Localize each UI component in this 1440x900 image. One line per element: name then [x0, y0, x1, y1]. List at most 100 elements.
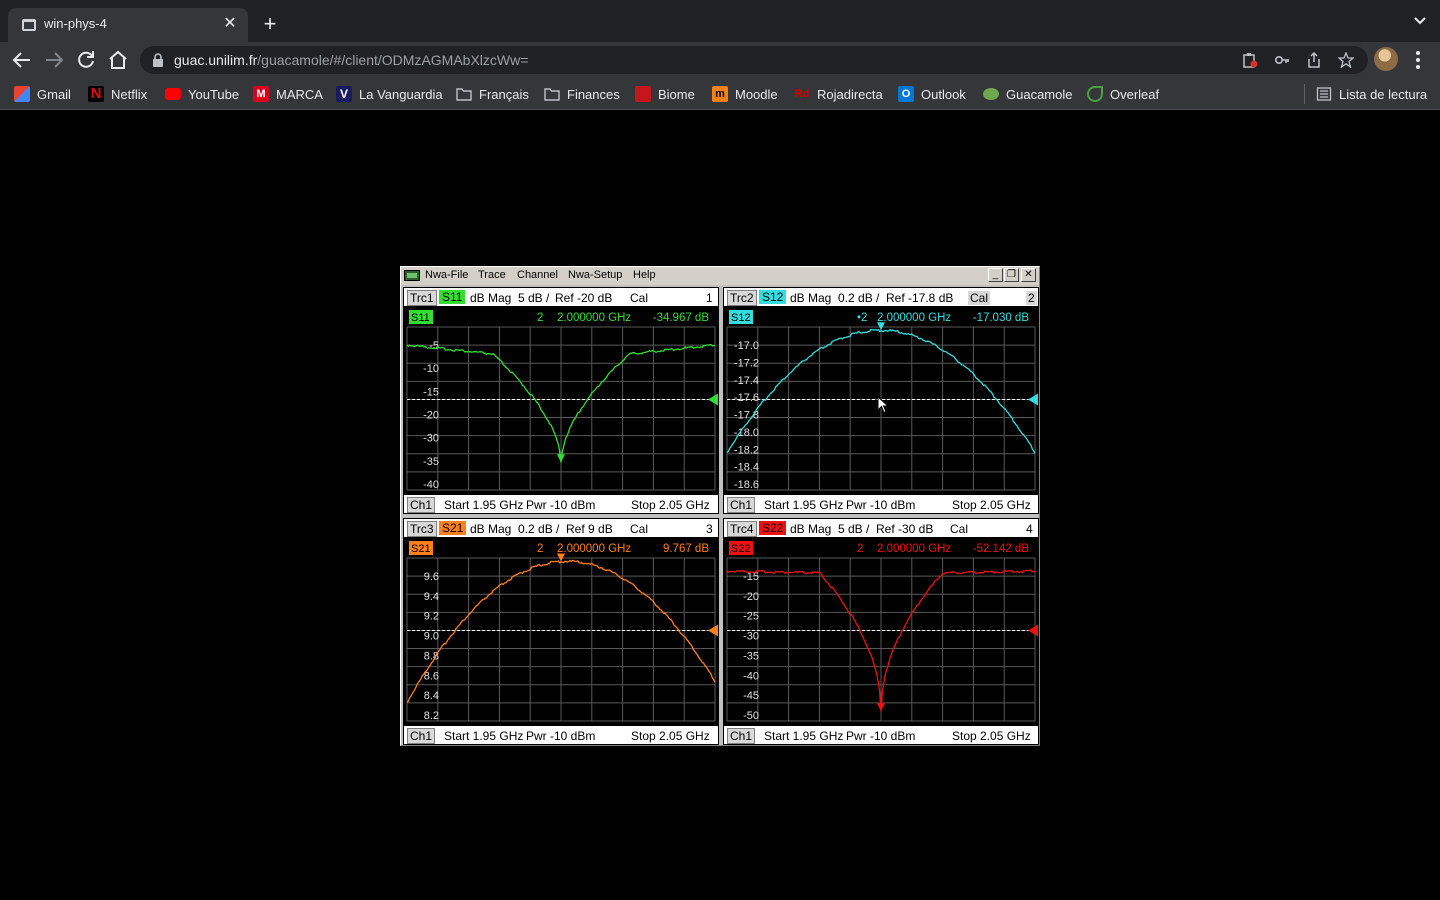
bookmark-guacamole[interactable]: Guacamole: [983, 85, 1072, 103]
trace-number: 3: [706, 522, 713, 536]
y-tick-label: -25: [743, 611, 759, 623]
profile-avatar[interactable]: [1374, 47, 1398, 71]
marker-triangle-icon[interactable]: [557, 454, 565, 463]
menu-channel[interactable]: Channel: [517, 269, 558, 281]
forward-arrow-icon[interactable]: [42, 48, 66, 72]
menu-trace[interactable]: Trace: [478, 269, 506, 281]
trace-id[interactable]: Trc1: [407, 290, 437, 306]
moodle-icon: m: [712, 86, 728, 102]
trace-panel-s21[interactable]: Trc3 S21 dB Mag 0.2 dB / Ref 9 dB Cal 3 …: [403, 518, 719, 745]
plot-canvas[interactable]: -5 -10 -15 -20 -30 -35 -40 S11 2 2.000000 GHz -34.…: [403, 307, 719, 494]
reference-marker-icon[interactable]: [1028, 624, 1038, 637]
bookmark-youtube[interactable]: YouTube: [165, 85, 239, 103]
y-tick-label: 8.8: [424, 650, 439, 662]
channel-id[interactable]: Ch1: [727, 497, 756, 513]
trace-header[interactable]: Trc2 S12 dB Mag 0.2 dB / Ref -17.8 dB Ca…: [723, 287, 1039, 307]
trace-header[interactable]: Trc3 S21 dB Mag 0.2 dB / Ref 9 dB Cal 3: [403, 518, 719, 538]
bookmark-rojadirecta[interactable]: Rd Rojadirecta: [794, 85, 883, 103]
s-parameter-label[interactable]: S22: [759, 521, 787, 535]
y-tick-label: -18.2: [734, 444, 759, 456]
bookmark-overleaf[interactable]: Overleaf: [1087, 85, 1159, 103]
restore-button[interactable]: ❐: [1004, 268, 1019, 282]
marker-frequency: 2.000000 GHz: [877, 543, 951, 555]
minimize-button[interactable]: _: [988, 268, 1003, 282]
vna-app-icon[interactable]: [404, 270, 420, 281]
trace-id[interactable]: Trc2: [727, 290, 757, 306]
marker-triangle-icon[interactable]: [877, 703, 885, 712]
plot-canvas[interactable]: -15 -20 -25 -30 -35 -40 -45 -50 S22 2 2.000000 GHz…: [723, 538, 1039, 725]
y-tick-label: 9.6: [424, 571, 439, 583]
star-icon[interactable]: [1338, 52, 1354, 68]
s-parameter-label[interactable]: S11: [439, 290, 466, 304]
back-arrow-icon[interactable]: [10, 48, 34, 72]
share-icon[interactable]: [1306, 52, 1322, 68]
y-tick-label: -10: [423, 363, 439, 375]
menu-help[interactable]: Help: [633, 269, 656, 281]
bookmark-marca[interactable]: M MARCA: [253, 85, 323, 103]
new-tab-button[interactable]: +: [258, 12, 282, 36]
key-icon[interactable]: [1274, 52, 1290, 68]
reference-marker-icon[interactable]: [708, 393, 718, 406]
trace-panel-s22[interactable]: Trc4 S22 dB Mag 5 dB / Ref -30 dB Cal 4 …: [723, 518, 1039, 745]
bookmark-netflix[interactable]: N Netflix: [88, 85, 147, 103]
y-tick-label: -20: [743, 591, 759, 603]
chevron-down-icon[interactable]: [1412, 12, 1428, 28]
home-icon[interactable]: [106, 48, 130, 72]
format-label: dB Mag: [470, 522, 512, 536]
menu-nwa-setup[interactable]: Nwa-Setup: [568, 269, 622, 281]
scale-label: 5 dB /: [838, 522, 870, 536]
channel-footer: Ch1 Start 1.95 GHz Pwr -10 dBm Stop 2.05…: [403, 494, 719, 514]
close-button[interactable]: ✕: [1021, 268, 1036, 282]
channel-id[interactable]: Ch1: [727, 728, 756, 744]
channel-id[interactable]: Ch1: [407, 497, 436, 513]
url-text[interactable]: guac.unilim.fr/guacamole/#/client/ODMzAG…: [174, 52, 528, 68]
address-bar[interactable]: guac.unilim.fr/guacamole/#/client/ODMzAG…: [140, 46, 1368, 74]
menu-nwa-file[interactable]: Nwa-File: [425, 269, 468, 281]
plot-canvas[interactable]: 9.69.49.29.08.88.68.48.2S21 2 2.000000 GHz…: [403, 538, 719, 725]
reference-marker-icon[interactable]: [1028, 393, 1038, 406]
bookmark-folder-finances[interactable]: Finances: [544, 85, 620, 103]
stop-freq: Stop 2.05 GHz: [631, 498, 710, 512]
bookmark-biome[interactable]: Biome: [635, 85, 695, 103]
marker-value: -52.142 dB: [973, 543, 1030, 555]
more-menu-icon[interactable]: [1410, 48, 1426, 72]
mouse-cursor-icon: [877, 396, 889, 414]
trace-panel-s11[interactable]: Trc1 S11 dB Mag 5 dB / Ref -20 dB Cal 1 …: [403, 287, 719, 514]
trace-plot[interactable]: -15 -20 -25 -30 -35 -40 -45 -50 S22 2 2.000000 GHz…: [723, 538, 1039, 725]
marker-number: •2: [857, 312, 867, 324]
ref-label: Ref -20 dB: [555, 291, 613, 305]
trace-header[interactable]: Trc1 S11 dB Mag 5 dB / Ref -20 dB Cal 1: [403, 287, 719, 307]
bookmark-gmail[interactable]: Gmail: [14, 85, 71, 103]
trace-header[interactable]: Trc4 S22 dB Mag 5 dB / Ref -30 dB Cal 4: [723, 518, 1039, 538]
trace-id[interactable]: Trc4: [727, 521, 757, 537]
s-parameter-label[interactable]: S12: [759, 290, 787, 304]
guacamole-icon: [983, 88, 999, 100]
browser-tab[interactable]: win-phys-4 ✕: [8, 8, 248, 42]
s-parameter-label[interactable]: S21: [439, 521, 467, 535]
stop-freq: Stop 2.05 GHz: [952, 498, 1031, 512]
trace-id[interactable]: Trc3: [407, 521, 437, 537]
marker-number: 2: [537, 312, 543, 324]
vna-window: Nwa-File Trace Channel Nwa-Setup Help _ …: [400, 266, 1040, 746]
y-tick-label: 9.2: [424, 611, 439, 623]
clipboard-blocked-icon[interactable]: [1242, 52, 1258, 68]
bookmark-moodle[interactable]: m Moodle: [712, 85, 778, 103]
reading-list-icon: [1316, 87, 1332, 101]
marker-frequency: 2.000000 GHz: [557, 543, 631, 555]
lock-icon[interactable]: [152, 53, 164, 67]
reading-list-button[interactable]: Lista de lectura: [1316, 85, 1427, 103]
marker-number: 2: [537, 543, 543, 555]
bookmark-lavanguardia[interactable]: V La Vanguardia: [336, 85, 443, 103]
channel-id[interactable]: Ch1: [407, 728, 436, 744]
channel-footer: Ch1 Start 1.95 GHz Pwr -10 dBm Stop 2.05…: [403, 725, 719, 745]
reload-icon[interactable]: [74, 48, 98, 72]
bookmark-folder-francais[interactable]: Français: [456, 85, 529, 103]
reference-marker-icon[interactable]: [708, 624, 718, 637]
y-tick-label: -40: [743, 670, 759, 682]
start-freq: Start 1.95 GHz: [764, 729, 844, 743]
trace-plot[interactable]: 9.6 9.4 9.2 9.0 8.8 8.6 8.4 8.2 S21 2 2.000000 GHz…: [403, 538, 719, 725]
y-tick-label: -20: [423, 410, 439, 422]
trace-plot[interactable]: -5 -10 -15 -20 -30 -35 -40 S11 2 2.000000 GHz -34.…: [403, 307, 719, 494]
tab-close-button[interactable]: ✕: [220, 14, 240, 34]
bookmark-outlook[interactable]: O Outlook: [898, 85, 966, 103]
